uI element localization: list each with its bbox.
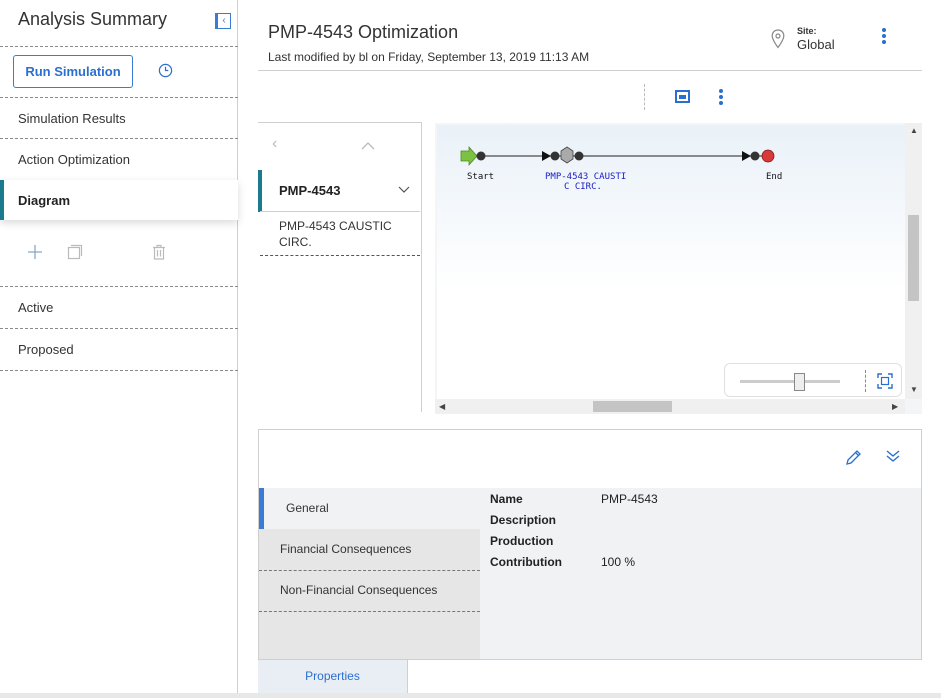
edit-icon[interactable] [845, 449, 862, 466]
run-simulation-button[interactable]: Run Simulation [13, 55, 133, 88]
tab-label: Financial Consequences [280, 542, 412, 556]
more-vertical-icon[interactable] [882, 28, 886, 46]
node-label-line2: C CIRC. [564, 182, 602, 192]
zoom-slider-track[interactable] [740, 380, 840, 383]
divider [0, 46, 238, 47]
field-label-contribution: Contribution [490, 555, 562, 569]
chevron-down-icon[interactable] [398, 183, 410, 195]
field-label-description: Description [490, 513, 557, 527]
asset-node-icon [560, 146, 574, 164]
site-value: Global [797, 37, 835, 52]
horizontal-scroll-thumb[interactable] [593, 401, 672, 412]
history-icon[interactable] [158, 63, 173, 78]
tab-general[interactable]: General [259, 488, 480, 529]
sidebar-item-active[interactable]: Active [18, 300, 53, 315]
double-chevron-down-icon[interactable] [885, 448, 901, 464]
delete-icon[interactable] [151, 244, 167, 260]
fit-to-screen-icon[interactable] [877, 373, 893, 389]
site-label: Site: [797, 26, 817, 36]
tab-non-financial-consequences[interactable]: Non-Financial Consequences [259, 570, 480, 611]
scroll-right-icon[interactable]: ▶ [892, 402, 898, 411]
field-value-name: PMP-4543 [601, 492, 658, 506]
add-icon[interactable] [27, 244, 43, 260]
analysis-summary-panel: Analysis Summary ‹ Run Simulation Simula… [0, 0, 238, 698]
sidebar-item-proposed[interactable]: Proposed [18, 342, 74, 357]
scroll-up-icon[interactable]: ▲ [910, 126, 918, 135]
tree-selected-item[interactable]: PMP-4543 [279, 183, 340, 198]
properties-tabs: General Financial Consequences Non-Finan… [259, 488, 480, 660]
last-modified-text: Last modified by bl on Friday, September… [268, 50, 590, 64]
divider [260, 211, 420, 212]
vertical-scrollbar[interactable]: ▲ ▼ [905, 123, 922, 399]
diagram-flow [460, 145, 775, 167]
divider [259, 611, 480, 612]
tab-label: General [286, 501, 329, 515]
scroll-left-icon[interactable]: ◀ [439, 402, 445, 411]
divider [260, 255, 420, 256]
node-label-line1: PMP-4543 CAUSTI [545, 172, 627, 182]
start-label: Start [467, 172, 495, 182]
tree-selected-indicator [258, 170, 262, 212]
tab-properties[interactable]: Properties [258, 660, 408, 696]
field-value-contribution: 100 % [601, 555, 636, 569]
properties-panel: General Financial Consequences Non-Finan… [258, 488, 922, 660]
horizontal-scrollbar[interactable]: ◀ ▶ [435, 399, 905, 414]
tab-financial-consequences[interactable]: Financial Consequences [259, 529, 480, 570]
copy-icon[interactable] [67, 244, 83, 260]
zoom-slider-handle[interactable] [794, 373, 805, 391]
end-node-icon [761, 149, 775, 163]
tab-label: Non-Financial Consequences [280, 583, 438, 597]
vertical-scroll-thumb[interactable] [908, 215, 919, 301]
field-label-name: Name [490, 492, 523, 506]
page-title: PMP-4543 Optimization [268, 22, 459, 42]
divider [0, 286, 238, 287]
tree-item[interactable]: PMP-4543 CAUSTIC CIRC. [279, 218, 409, 250]
diagram-canvas[interactable]: Start PMP-4543 CAUSTI C CIRC. End ▲ ▼ ◀ … [435, 123, 922, 414]
divider [0, 138, 238, 139]
panel-title: Analysis Summary [18, 9, 168, 29]
field-label-production: Production [490, 534, 554, 548]
start-node-icon [460, 145, 478, 167]
sidebar-item-action-optimization[interactable]: Action Optimization [18, 152, 130, 167]
chevron-up-icon[interactable] [361, 141, 375, 150]
sidebar-item-simulation-results[interactable]: Simulation Results [18, 111, 126, 126]
divider [0, 97, 238, 98]
diagram-tree-panel: ‹ PMP-4543 PMP-4543 CAUSTIC CIRC. [258, 122, 422, 412]
layout-icon[interactable] [675, 90, 690, 103]
header-divider [258, 70, 922, 71]
collapse-panel-icon[interactable]: ‹ [215, 13, 231, 29]
zoom-separator [865, 370, 866, 392]
diagram-area[interactable]: Start PMP-4543 CAUSTI C CIRC. End [437, 125, 905, 399]
end-label: End [766, 172, 783, 182]
scroll-down-icon[interactable]: ▼ [910, 385, 918, 394]
more-vertical-icon[interactable] [719, 89, 723, 107]
zoom-control [724, 363, 902, 397]
location-pin-icon [771, 29, 785, 49]
divider [0, 370, 238, 371]
toolbar-separator [644, 84, 645, 110]
active-tab-indicator [259, 488, 264, 529]
chevron-left-icon[interactable]: ‹ [272, 135, 277, 153]
sidebar-item-diagram[interactable]: Diagram [18, 193, 70, 208]
bottom-strip [0, 693, 941, 698]
active-indicator [0, 180, 4, 220]
details-header [258, 429, 922, 489]
divider [0, 328, 238, 329]
